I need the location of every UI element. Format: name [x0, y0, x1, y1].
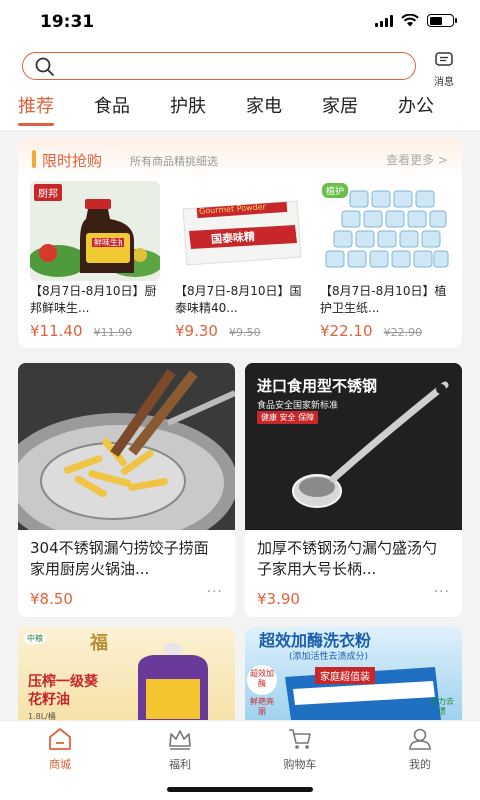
flash-item-name: 【8月7日-8月10日】国泰味精40...: [175, 284, 302, 315]
flash-item-price: ¥9.30: [175, 322, 218, 340]
category-tabs: 推荐 食品 护肤 家电 家居 办公: [18, 92, 474, 128]
product-footer: ¥3.90 ···: [257, 580, 450, 616]
product-price: ¥8.50: [30, 590, 73, 608]
flash-item-old-price: ¥9.50: [229, 326, 261, 339]
product-badge: 超效加酶: [247, 665, 277, 695]
search-input[interactable]: [22, 52, 416, 80]
flash-item-price: ¥22.10: [320, 322, 373, 340]
message-label: 消息: [434, 77, 454, 88]
user-icon: [409, 728, 431, 750]
flash-item-price-row: ¥11.40 ¥11.90: [30, 321, 160, 340]
product-image: 植护: [320, 181, 450, 281]
signal-icon: [375, 14, 393, 27]
flash-item-price: ¥11.40: [30, 322, 83, 340]
product-title: 加厚不锈钢汤勺漏勺盛汤勺子家用大号长柄...: [257, 539, 438, 578]
tab-skincare[interactable]: 护肤: [170, 92, 206, 122]
brand-label: 植护: [322, 183, 349, 198]
product-banner-title: 超效加酶洗衣粉: [259, 631, 372, 650]
nav-profile[interactable]: 我的: [380, 727, 460, 772]
product-banner-subtitle: 1.8L/桶: [28, 712, 56, 720]
brand-label: 厨邦: [34, 184, 62, 201]
product-image: 中粮 福 压榨一级葵花籽油 1.8L/桶: [18, 627, 235, 720]
product-badge: 活力去渍: [430, 697, 454, 716]
top-bar: 消息 推荐 食品 护肤 家电 家居 办公: [0, 46, 480, 130]
flash-sale-header: 限时抢购 所有商品精挑细选 查看更多 >: [18, 138, 462, 178]
product-banner-title: 压榨一级葵花籽油: [28, 674, 98, 708]
product-card[interactable]: 中粮 福 压榨一级葵花籽油 1.8L/桶: [18, 627, 235, 720]
tab-home[interactable]: 家居: [322, 92, 358, 122]
search-icon: [35, 57, 54, 76]
product-card[interactable]: 进口食用型不锈钢 食品安全国家新标准 健康 安全 保障 加厚不锈钢汤勺漏勺盛汤勺…: [245, 363, 462, 617]
flash-item[interactable]: 植护 【8月7日-8月10日】植护卫生纸... ¥22.10 ¥22.90: [320, 181, 450, 340]
home-indicator: [167, 787, 313, 792]
more-options-icon[interactable]: ···: [207, 584, 223, 600]
flash-item-old-price: ¥22.90: [383, 326, 423, 339]
product-footer: ¥8.50 ···: [30, 580, 223, 616]
tab-recommend[interactable]: 推荐: [18, 92, 54, 126]
flash-item-old-price: ¥11.90: [93, 326, 133, 339]
battery-icon: [427, 14, 457, 27]
product-badge: 鲜艳亮丽: [250, 697, 274, 716]
status-time: 19:31: [40, 12, 95, 32]
status-icons: [375, 14, 457, 27]
product-card[interactable]: 304不锈钢漏勺捞饺子捞面家用厨房火锅油... ¥8.50 ···: [18, 363, 235, 617]
nav-profile-label: 我的: [409, 758, 431, 771]
tab-food[interactable]: 食品: [94, 92, 130, 122]
message-icon: [435, 52, 453, 66]
nav-mall[interactable]: 商城: [20, 727, 100, 772]
product-banner-tag: 家庭超值装: [315, 667, 375, 684]
flash-item-price-row: ¥22.10 ¥22.90: [320, 321, 450, 340]
tab-appliance[interactable]: 家电: [246, 92, 282, 122]
nav-welfare-label: 福利: [169, 758, 191, 771]
nav-welfare[interactable]: 福利: [140, 727, 220, 772]
nav-cart-label: 购物车: [283, 758, 317, 771]
crown-icon: [169, 730, 191, 750]
flash-item[interactable]: 厨邦 鲜味生抽 【8月7日-8月10日】厨邦鲜味生... ¥11.40 ¥11.…: [30, 181, 160, 340]
wifi-icon: [401, 14, 419, 27]
flash-sale-marker: [32, 150, 36, 168]
product-image: 厨邦 鲜味生抽: [30, 181, 160, 281]
view-more-link[interactable]: 查看更多 >: [386, 151, 448, 168]
product-banner-subtitle: 食品安全国家新标准: [257, 401, 339, 411]
flash-sale-title: 限时抢购: [42, 152, 103, 170]
flash-sale-card: 限时抢购 所有商品精挑细选 查看更多 > 厨邦 鲜味生抽 【8月7日-8月10日…: [18, 138, 462, 348]
home-icon: [49, 728, 71, 750]
product-banner-subtitle: (添加活性去渍成分): [289, 652, 369, 662]
product-card[interactable]: 超效加酶洗衣粉 (添加活性去渍成分) 家庭超值装 超效加酶 鲜艳亮丽 活力去渍: [245, 627, 462, 720]
product-image-text: 鲜味生抽: [94, 238, 122, 247]
product-image: 超效加酶洗衣粉 (添加活性去渍成分) 家庭超值装 超效加酶 鲜艳亮丽 活力去渍: [245, 627, 462, 720]
nav-cart[interactable]: 购物车: [260, 727, 340, 772]
message-button[interactable]: 消息: [428, 52, 460, 88]
cart-icon: [289, 729, 311, 749]
product-title: 304不锈钢漏勺捞饺子捞面家用厨房火锅油...: [30, 539, 209, 578]
flash-item-name: 【8月7日-8月10日】厨邦鲜味生...: [30, 284, 157, 315]
tab-office[interactable]: 办公: [398, 92, 434, 122]
product-image: [18, 363, 235, 530]
flash-item-name: 【8月7日-8月10日】植护卫生纸...: [320, 284, 447, 315]
product-price: ¥3.90: [257, 590, 300, 608]
flash-item-price-row: ¥9.30 ¥9.50: [175, 321, 305, 340]
product-image: 进口食用型不锈钢 食品安全国家新标准 健康 安全 保障: [245, 363, 462, 530]
product-banner-tag: 健康 安全 保障: [257, 411, 319, 424]
flash-item[interactable]: Gourmet Powder 国泰味精 【8月7日-8月10日】国泰味精40..…: [175, 181, 305, 340]
nav-mall-label: 商城: [49, 758, 71, 771]
product-logo: 福: [90, 633, 108, 654]
more-options-icon[interactable]: ···: [434, 584, 450, 600]
product-image: Gourmet Powder 国泰味精: [175, 181, 305, 281]
flash-sale-subtitle: 所有商品精挑细选: [130, 155, 218, 168]
status-bar: 19:31: [0, 0, 480, 46]
brand-label: 中粮: [24, 633, 46, 644]
product-banner-title: 进口食用型不锈钢: [257, 377, 378, 395]
